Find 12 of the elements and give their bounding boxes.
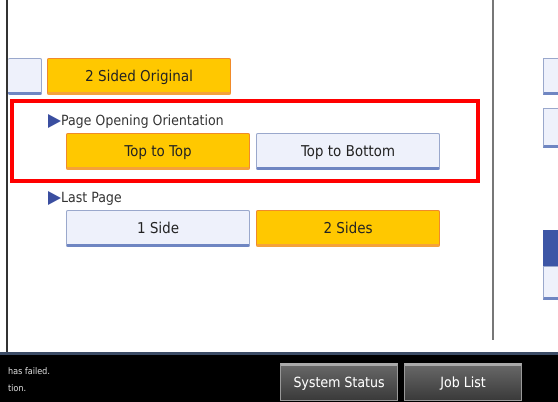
footer-button[interactable]: System Status: [280, 363, 398, 401]
footer-button[interactable]: Job List: [404, 363, 522, 401]
cut-off-button[interactable]: [8, 58, 42, 95]
option-button[interactable]: 1 Side: [66, 210, 250, 247]
option-button[interactable]: 2 Sided Original: [47, 58, 231, 95]
section-heading: Page Opening Orientation: [61, 113, 224, 129]
option-button[interactable]: 2 Sides: [256, 210, 440, 247]
option-button[interactable]: Top to Top: [66, 133, 250, 170]
option-button[interactable]: Top to Bottom: [256, 133, 440, 170]
section-heading: Last Page: [61, 190, 122, 206]
status-message: has failed.: [8, 366, 51, 379]
status-message: tion.: [8, 383, 28, 396]
